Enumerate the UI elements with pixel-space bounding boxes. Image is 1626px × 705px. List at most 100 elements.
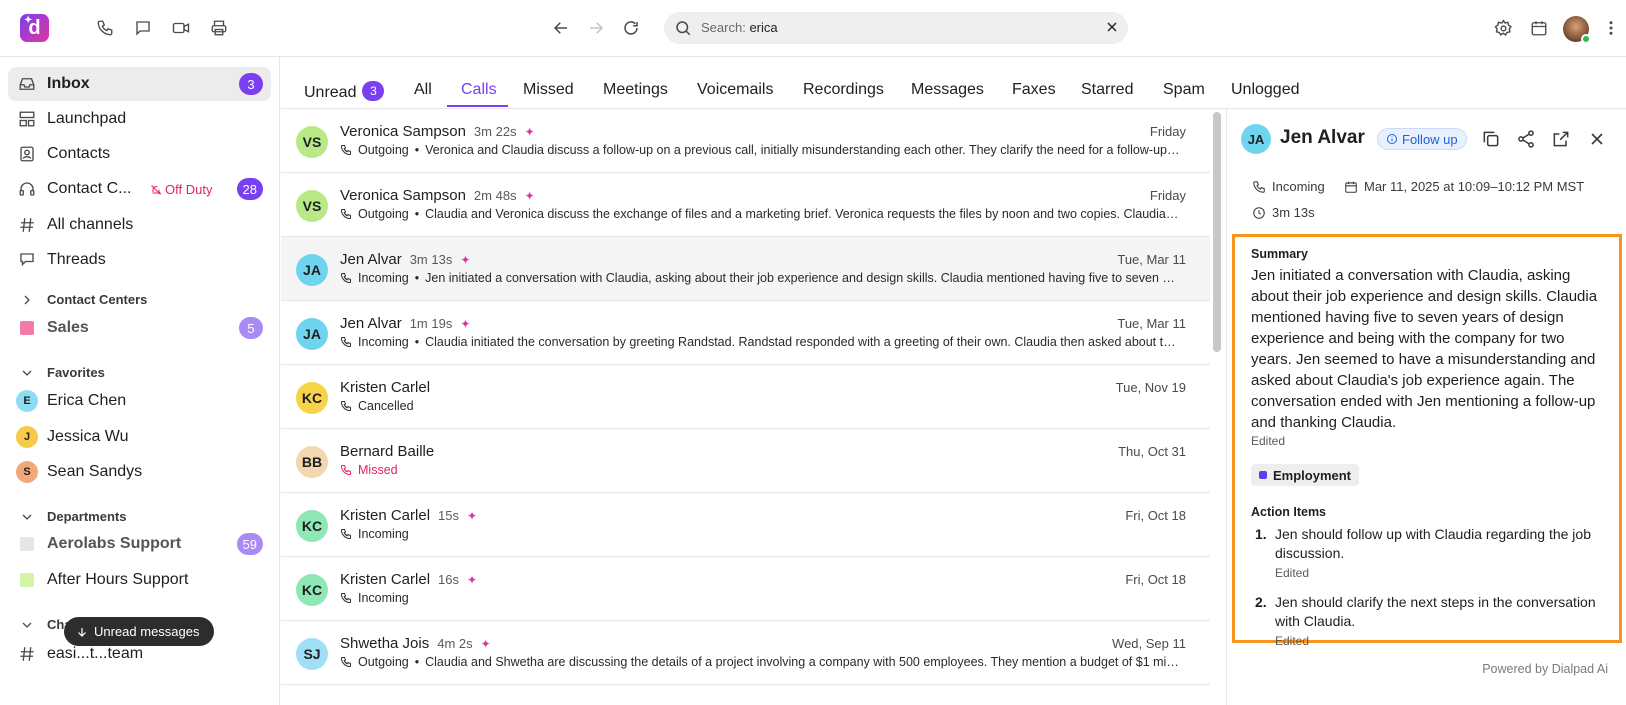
off-duty-status[interactable]: Off Duty (150, 182, 212, 197)
call-row[interactable]: KC Kristen Carlel 16s ✦ Fri, Oct 18 Incoming (281, 557, 1210, 621)
gear-icon[interactable] (1491, 16, 1515, 40)
department-color-swatch (20, 537, 34, 551)
inbox-icon (18, 75, 36, 93)
call-list-scrollbar[interactable] (1213, 112, 1221, 352)
section-contact-centers[interactable]: Contact Centers (8, 288, 271, 312)
copy-icon[interactable] (1481, 129, 1501, 149)
tab-calls[interactable]: Calls (461, 81, 497, 99)
sidebar-item-contacts[interactable]: Contacts (8, 137, 271, 171)
info-icon (1387, 134, 1397, 144)
incoming-call-icon (1253, 180, 1265, 193)
chat-icon[interactable] (131, 16, 155, 40)
search-bar[interactable]: Search: erica (664, 12, 1128, 44)
aerolabs-count-badge: 59 (236, 533, 263, 555)
close-icon[interactable] (1104, 19, 1120, 35)
call-duration: 15s (438, 508, 459, 523)
sidebar-item-all-channels[interactable]: All channels (8, 208, 271, 242)
tab-starred[interactable]: Starred (1081, 81, 1133, 99)
call-duration: 2m 48s (473, 188, 517, 203)
call-date: Thu, Oct 31 (1118, 444, 1186, 459)
cancelled-call-icon (340, 400, 352, 412)
sidebar-item-inbox[interactable]: Inbox 3 (8, 67, 271, 101)
tab-voicemails[interactable]: Voicemails (697, 81, 773, 99)
caller-name: Jen Alvar 1m 19s ✦ (340, 315, 471, 332)
tab-faxes[interactable]: Faxes (1012, 81, 1056, 99)
printer-icon[interactable] (207, 16, 231, 40)
search-input[interactable]: Search: erica (701, 20, 778, 35)
launchpad-icon (18, 110, 36, 128)
tab-messages[interactable]: Messages (911, 81, 984, 99)
back-arrow-icon[interactable] (549, 16, 573, 40)
tab-recordings[interactable]: Recordings (803, 81, 884, 99)
clock-icon (1253, 206, 1265, 219)
ai-sparkle-icon: ✦ (467, 572, 478, 587)
call-subline: Cancelled (340, 399, 1180, 413)
call-duration: 16s (438, 572, 459, 587)
sidebar-item-sales[interactable]: Sales 5 (8, 311, 271, 345)
separator-dot: • (414, 655, 420, 669)
call-row[interactable]: VS Veronica Sampson 3m 22s ✦ Friday Outgoing •… (281, 109, 1210, 173)
call-duration: 3m 22s (473, 124, 517, 139)
contact-center-count-badge: 28 (236, 178, 263, 200)
open-external-icon[interactable] (1551, 129, 1571, 149)
call-direction: Incoming (358, 271, 409, 285)
unread-messages-toast[interactable]: Unread messages (64, 617, 214, 646)
section-departments[interactable]: Departments (8, 505, 271, 529)
tab-unlogged[interactable]: Unlogged (1231, 81, 1300, 99)
ai-sparkle-icon: ✦ (467, 508, 478, 523)
call-row[interactable]: KC Kristen Carlel Tue, Nov 19 Cancelled (281, 365, 1210, 429)
tab-all[interactable]: All (414, 81, 432, 99)
tab-missed[interactable]: Missed (523, 81, 574, 99)
summary-text: Jen initiated a conversation with Claudi… (1251, 267, 1598, 431)
call-row[interactable]: JA Jen Alvar 3m 13s ✦ Tue, Mar 11 Incoming • Je… (281, 237, 1210, 301)
call-subline: Outgoing • Claudia and Veronica discuss th… (340, 207, 1180, 221)
call-direction: Outgoing (358, 207, 409, 221)
more-vertical-icon[interactable] (1599, 16, 1623, 40)
sidebar-item-contact-center[interactable]: Contact C... Off Duty 28 (8, 172, 271, 206)
user-avatar[interactable] (1563, 16, 1591, 44)
avatar: JA (1241, 124, 1271, 154)
call-duration: 3m 13s (409, 252, 453, 267)
follow-up-badge[interactable]: Follow up (1377, 128, 1467, 150)
sidebar-item-launchpad[interactable]: Launchpad (8, 102, 271, 136)
caller-name: Bernard Baille (340, 443, 435, 460)
sidebar-item-sean-sandys[interactable]: S Sean Sandys (8, 455, 271, 489)
sidebar-item-after-hours-support[interactable]: After Hours Support (8, 563, 271, 597)
incoming-call-icon (340, 592, 352, 604)
tab-meetings[interactable]: Meetings (603, 81, 668, 99)
call-date: Fri, Oct 18 (1125, 572, 1186, 587)
outgoing-call-icon (340, 208, 352, 220)
tab-spam[interactable]: Spam (1163, 81, 1205, 99)
section-favorites[interactable]: Favorites (8, 361, 271, 385)
call-direction: Outgoing (358, 143, 409, 157)
sidebar-item-aerolabs-support[interactable]: Aerolabs Support 59 (8, 527, 271, 561)
call-row[interactable]: VS Veronica Sampson 2m 48s ✦ Friday Outgoing •… (281, 173, 1210, 237)
topic-tag[interactable]: Employment (1251, 464, 1360, 486)
refresh-icon[interactable] (619, 16, 643, 40)
phone-icon[interactable] (93, 16, 117, 40)
ai-summary-box: Summary Jen initiated a conversation wit… (1232, 234, 1622, 648)
call-row[interactable]: SJ Shwetha Jois 4m 2s ✦ Wed, Sep 11 Outgoing •… (281, 621, 1210, 685)
separator-dot: • (414, 207, 420, 221)
share-icon[interactable] (1516, 129, 1536, 149)
dialpad-logo[interactable]: ✦ d (20, 14, 49, 42)
threads-icon (18, 251, 36, 269)
tab-unread[interactable]: Unread 3 (304, 81, 385, 102)
calendar-icon[interactable] (1527, 16, 1551, 40)
missed-call-icon (340, 464, 352, 476)
bell-off-icon (151, 184, 162, 195)
sidebar-item-erica-chen[interactable]: E Erica Chen (8, 384, 271, 418)
call-subline: Outgoing • Claudia and Shwetha are discuss… (340, 655, 1180, 669)
sidebar-item-threads[interactable]: Threads (8, 243, 271, 277)
sidebar-item-jessica-wu[interactable]: J Jessica Wu (8, 420, 271, 454)
call-subline: Incoming • Claudia initiated the conversat… (340, 335, 1180, 349)
call-direction: Cancelled (358, 399, 414, 413)
close-icon[interactable] (1587, 129, 1607, 149)
online-status-dot (1581, 34, 1591, 44)
video-icon[interactable] (169, 16, 193, 40)
call-row[interactable]: KC Kristen Carlel 15s ✦ Fri, Oct 18 Incoming (281, 493, 1210, 557)
call-row[interactable]: BB Bernard Baille Thu, Oct 31 Missed (281, 429, 1210, 493)
forward-arrow-icon[interactable] (584, 16, 608, 40)
contact-name[interactable]: Jen Alvar (1280, 127, 1365, 149)
call-row[interactable]: JA Jen Alvar 1m 19s ✦ Tue, Mar 11 Incoming • Cl… (281, 301, 1210, 365)
